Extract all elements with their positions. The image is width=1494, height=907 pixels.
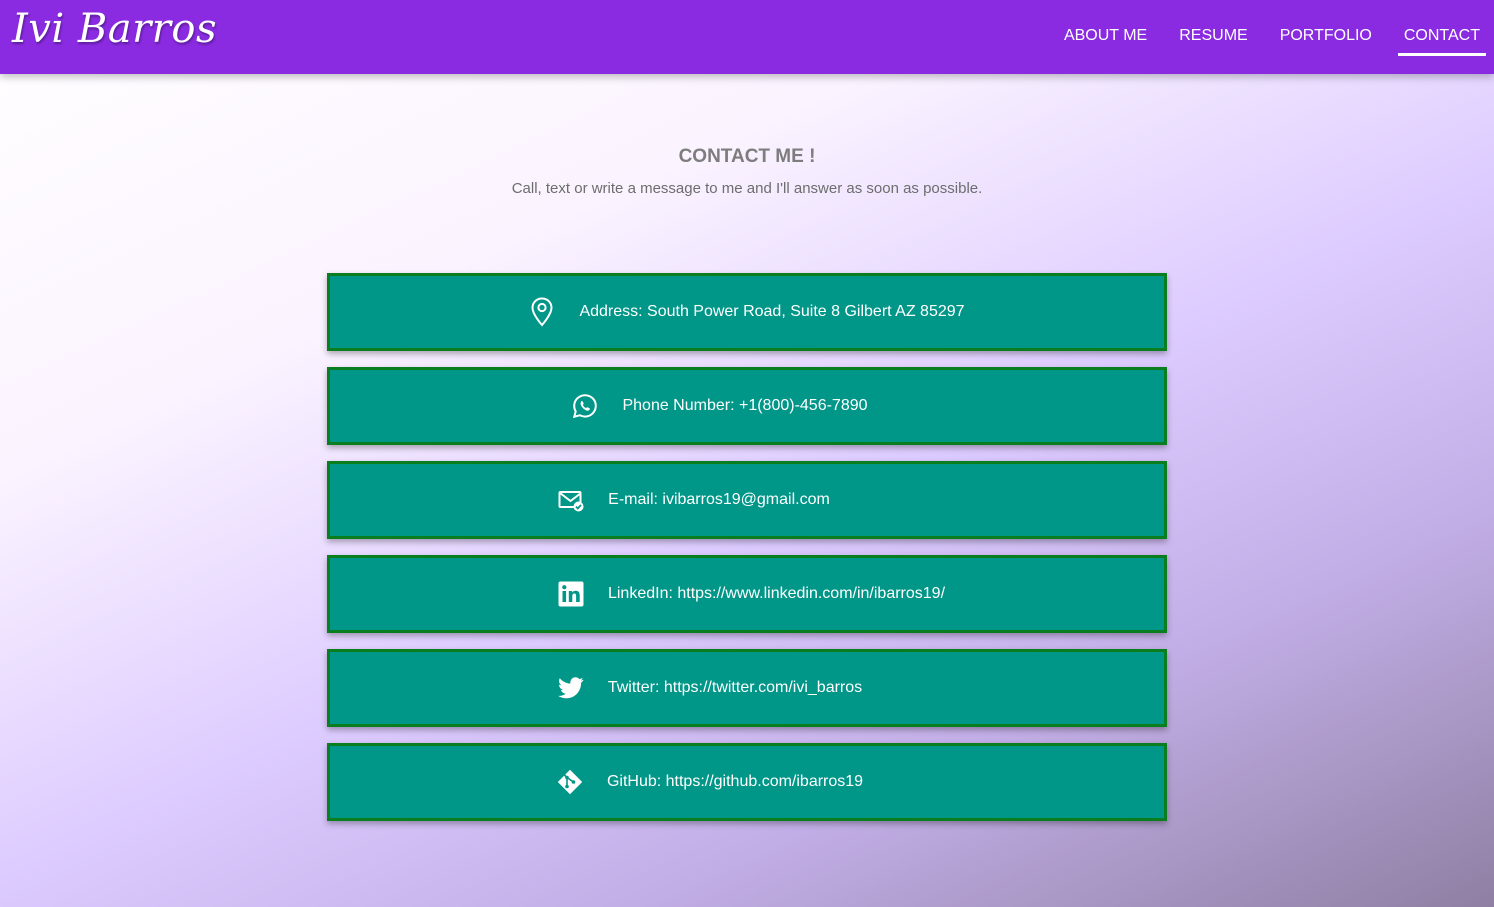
contact-github-text: GitHub: https://github.com/ibarros19	[606, 773, 864, 790]
linkedin-icon	[558, 579, 584, 609]
brand-logo[interactable]: Ivi Barros	[12, 6, 217, 52]
nav-links: ABOUT ME RESUME PORTFOLIO CONTACT	[1032, 0, 1487, 74]
contact-card-github[interactable]: GitHub: https://github.com/ibarros19	[327, 743, 1167, 821]
nav-item-about-me[interactable]: ABOUT ME	[1064, 0, 1147, 74]
contact-linkedin-text: LinkedIn: https://www.linkedin.com/in/ib…	[607, 585, 946, 602]
nav-item-portfolio[interactable]: PORTFOLIO	[1280, 0, 1372, 74]
navbar: Ivi Barros ABOUT ME RESUME PORTFOLIO CON…	[0, 0, 1494, 74]
contact-card-twitter[interactable]: Twitter: https://twitter.com/ivi_barros	[327, 649, 1167, 727]
page-title: CONTACT ME !	[678, 146, 816, 167]
contact-list: Address: South Power Road, Suite 8 Gilbe…	[327, 273, 1167, 837]
page-subtitle: Call, text or write a message to me and …	[511, 180, 983, 197]
contact-card-email[interactable]: E-mail: ivibarros19@gmail.com	[327, 461, 1167, 539]
twitter-icon	[557, 673, 584, 703]
nav-item-contact[interactable]: CONTACT	[1397, 0, 1487, 74]
mail-check-icon	[558, 485, 584, 515]
map-pin-icon	[529, 297, 555, 327]
contact-card-linkedin[interactable]: LinkedIn: https://www.linkedin.com/in/ib…	[327, 555, 1167, 633]
contact-address-text: Address: South Power Road, Suite 8 Gilbe…	[579, 303, 965, 320]
contact-card-address[interactable]: Address: South Power Road, Suite 8 Gilbe…	[327, 273, 1167, 351]
contact-email-text: E-mail: ivibarros19@gmail.com	[608, 491, 830, 508]
contact-card-phone[interactable]: Phone Number: +1(800)-456-7890	[327, 367, 1167, 445]
contact-phone-text: Phone Number: +1(800)-456-7890	[622, 397, 868, 414]
whatsapp-icon	[572, 391, 598, 421]
git-icon	[557, 767, 583, 797]
nav-item-resume[interactable]: RESUME	[1179, 0, 1247, 74]
contact-twitter-text: Twitter: https://twitter.com/ivi_barros	[607, 679, 863, 696]
